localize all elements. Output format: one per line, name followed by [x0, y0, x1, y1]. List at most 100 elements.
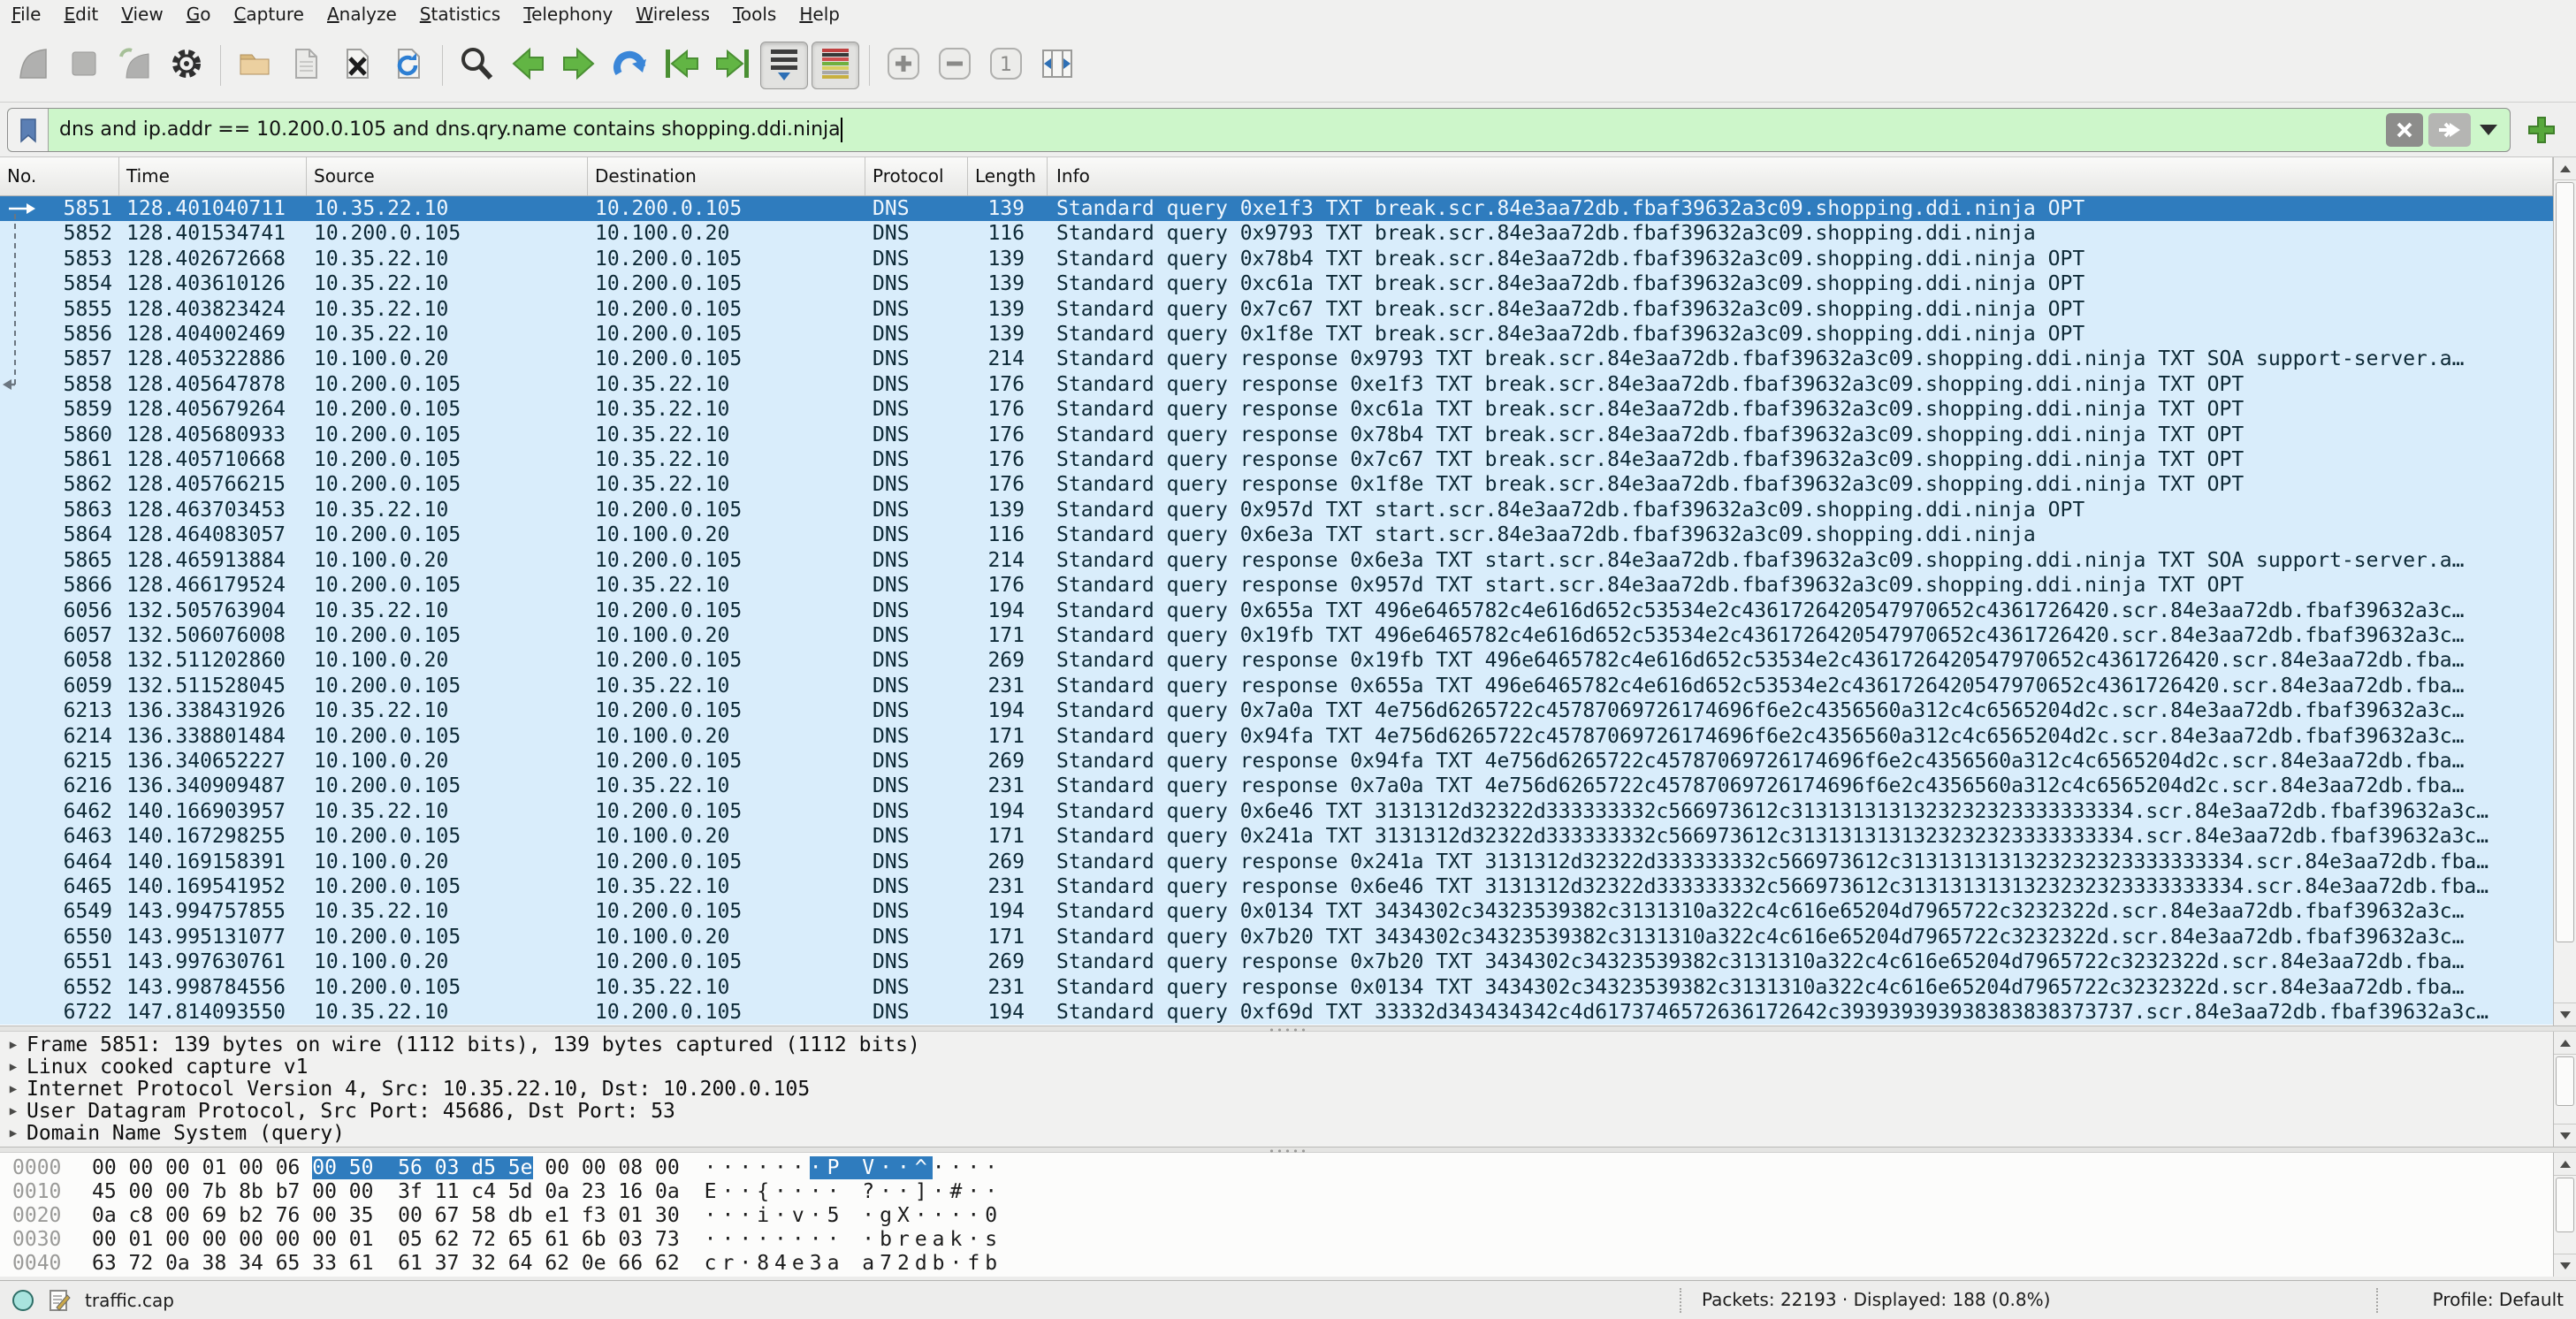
- expand-icon[interactable]: ▶: [0, 1079, 27, 1101]
- expand-icon[interactable]: ▶: [0, 1101, 27, 1123]
- column-header-time[interactable]: Time: [119, 157, 307, 195]
- expert-info-icon[interactable]: [48, 1288, 71, 1313]
- zoom-reset-button[interactable]: 1: [982, 42, 1030, 89]
- packet-row[interactable]: 6722147.81409355010.35.22.1010.200.0.105…: [0, 1000, 2553, 1025]
- packet-row[interactable]: 6550143.99513107710.200.0.10510.100.0.20…: [0, 925, 2553, 949]
- packet-row[interactable]: 6465140.16954195210.200.0.10510.35.22.10…: [0, 874, 2553, 899]
- packet-row[interactable]: 6551143.99763076110.100.0.2010.200.0.105…: [0, 949, 2553, 974]
- stop-capture-button[interactable]: [60, 42, 108, 89]
- packet-row[interactable]: 6549143.99475785510.35.22.1010.200.0.105…: [0, 899, 2553, 924]
- packet-row[interactable]: 6552143.99878455610.200.0.10510.35.22.10…: [0, 975, 2553, 1000]
- packet-row[interactable]: 5854128.40361012610.35.22.1010.200.0.105…: [0, 271, 2553, 296]
- go-back-button[interactable]: [504, 42, 552, 89]
- capture-file-status[interactable]: traffic.cap: [11, 1288, 174, 1313]
- hex-row[interactable]: 003000 01 00 00 00 00 00 01 05 62 72 65 …: [0, 1228, 2553, 1252]
- start-capture-button[interactable]: [9, 42, 57, 89]
- packet-row[interactable]: 5863128.46370345310.35.22.1010.200.0.105…: [0, 498, 2553, 522]
- menu-go[interactable]: Go: [175, 1, 223, 27]
- save-file-button[interactable]: [282, 42, 330, 89]
- scrollbar-thumb[interactable]: [2556, 1178, 2574, 1232]
- hex-row[interactable]: 004063 72 0a 38 34 65 33 61 61 37 32 64 …: [0, 1252, 2553, 1276]
- packet-row[interactable]: 5853128.40267266810.35.22.1010.200.0.105…: [0, 247, 2553, 271]
- filter-clear-button[interactable]: [2386, 113, 2423, 147]
- column-header-no[interactable]: No.: [0, 157, 119, 195]
- packet-row[interactable]: 5861128.40571066810.200.0.10510.35.22.10…: [0, 447, 2553, 472]
- packet-row[interactable]: 5856128.40400246910.35.22.1010.200.0.105…: [0, 322, 2553, 347]
- reload-file-button[interactable]: [385, 42, 432, 89]
- packet-row[interactable]: 6056132.50576390410.35.22.1010.200.0.105…: [0, 599, 2553, 623]
- filter-add-button[interactable]: [2521, 110, 2562, 150]
- packet-row[interactable]: 5851128.40104071110.35.22.1010.200.0.105…: [0, 196, 2553, 221]
- scroll-up-button[interactable]: [2554, 1153, 2576, 1176]
- restart-capture-button[interactable]: [111, 42, 159, 89]
- scroll-down-button[interactable]: [2554, 1124, 2576, 1147]
- go-forward-button[interactable]: [555, 42, 603, 89]
- column-header-source[interactable]: Source: [307, 157, 588, 195]
- packet-row[interactable]: 5864128.46408305710.200.0.10510.100.0.20…: [0, 522, 2553, 547]
- packet-row[interactable]: 6058132.51120286010.100.0.2010.200.0.105…: [0, 648, 2553, 673]
- column-header-destination[interactable]: Destination: [588, 157, 865, 195]
- packet-row[interactable]: 5862128.40576621510.200.0.10510.35.22.10…: [0, 472, 2553, 497]
- scroll-up-button[interactable]: [2554, 1032, 2576, 1055]
- go-last-button[interactable]: [709, 42, 757, 89]
- pane-splitter[interactable]: [0, 1147, 2576, 1153]
- capture-options-button[interactable]: [163, 42, 210, 89]
- column-header-protocol[interactable]: Protocol: [865, 157, 968, 195]
- menu-telephony[interactable]: Telephony: [512, 1, 624, 27]
- packet-list[interactable]: 5851128.40104071110.35.22.1010.200.0.105…: [0, 196, 2553, 1025]
- resize-columns-button[interactable]: [1033, 42, 1081, 89]
- detail-line[interactable]: ▶Linux cooked capture v1: [0, 1056, 2553, 1079]
- profile-indicator[interactable]: Profile: Default: [2433, 1289, 2564, 1310]
- menu-statistics[interactable]: Statistics: [408, 1, 512, 27]
- auto-scroll-button[interactable]: [760, 42, 808, 89]
- packet-row[interactable]: 5860128.40568093310.200.0.10510.35.22.10…: [0, 423, 2553, 447]
- zoom-in-button[interactable]: [880, 42, 927, 89]
- display-filter-input[interactable]: dns and ip.addr == 10.200.0.105 and dns.…: [7, 108, 2511, 152]
- hex-row[interactable]: 00200a c8 00 69 b2 76 00 35 00 67 58 db …: [0, 1204, 2553, 1228]
- expand-icon[interactable]: ▶: [0, 1123, 27, 1145]
- expand-icon[interactable]: ▶: [0, 1034, 27, 1056]
- detail-line[interactable]: ▶Domain Name System (query): [0, 1123, 2553, 1145]
- menu-tools[interactable]: Tools: [721, 1, 788, 27]
- scrollbar-thumb[interactable]: [2556, 1056, 2574, 1106]
- menu-analyze[interactable]: Analyze: [316, 1, 408, 27]
- packet-row[interactable]: 6215136.34065222710.100.0.2010.200.0.105…: [0, 749, 2553, 774]
- find-packet-button[interactable]: [453, 42, 500, 89]
- packet-row[interactable]: 5857128.40532288610.100.0.2010.200.0.105…: [0, 347, 2553, 371]
- detail-line[interactable]: ▶Internet Protocol Version 4, Src: 10.35…: [0, 1079, 2553, 1101]
- packet-list-scrollbar[interactable]: [2553, 157, 2576, 1025]
- scroll-down-button[interactable]: [2554, 1003, 2576, 1025]
- close-file-button[interactable]: [333, 42, 381, 89]
- zoom-out-button[interactable]: [931, 42, 979, 89]
- packet-row[interactable]: 5865128.46591388410.100.0.2010.200.0.105…: [0, 548, 2553, 573]
- packet-row[interactable]: 5859128.40567926410.200.0.10510.35.22.10…: [0, 397, 2553, 422]
- packet-bytes-pane[interactable]: 000000 00 00 01 00 06 00 50 56 03 d5 5e …: [0, 1153, 2553, 1277]
- menu-view[interactable]: View: [110, 1, 174, 27]
- packet-list-header[interactable]: No.TimeSourceDestinationProtocolLengthIn…: [0, 157, 2553, 196]
- menu-file[interactable]: File: [0, 1, 52, 27]
- filter-text[interactable]: dns and ip.addr == 10.200.0.105 and dns.…: [49, 118, 2386, 142]
- scroll-down-button[interactable]: [2554, 1254, 2576, 1277]
- open-file-button[interactable]: [231, 42, 278, 89]
- packet-row[interactable]: 6463140.16729825510.200.0.10510.100.0.20…: [0, 824, 2553, 849]
- pane-splitter[interactable]: [0, 1025, 2576, 1032]
- colorize-button[interactable]: [812, 42, 859, 89]
- menu-capture[interactable]: Capture: [222, 1, 316, 27]
- packet-row[interactable]: 5858128.40564787810.200.0.10510.35.22.10…: [0, 372, 2553, 397]
- packet-row[interactable]: 6464140.16915839110.100.0.2010.200.0.105…: [0, 850, 2553, 874]
- hex-row[interactable]: 001045 00 00 7b 8b b7 00 00 3f 11 c4 5d …: [0, 1180, 2553, 1204]
- packet-row[interactable]: 6462140.16690395710.35.22.1010.200.0.105…: [0, 799, 2553, 824]
- column-header-info[interactable]: Info: [1048, 157, 2553, 195]
- go-to-packet-button[interactable]: [606, 42, 654, 89]
- menu-wireless[interactable]: Wireless: [624, 1, 721, 27]
- packet-row[interactable]: 5855128.40382342410.35.22.1010.200.0.105…: [0, 297, 2553, 322]
- menu-edit[interactable]: Edit: [52, 1, 110, 27]
- packet-row[interactable]: 5852128.40153474110.200.0.10510.100.0.20…: [0, 221, 2553, 246]
- hex-row[interactable]: 000000 00 00 01 00 06 00 50 56 03 d5 5e …: [0, 1156, 2553, 1180]
- filter-dropdown-caret[interactable]: [2480, 125, 2497, 135]
- filter-bookmark-button[interactable]: [8, 109, 49, 151]
- packet-details-pane[interactable]: ▶Frame 5851: 139 bytes on wire (1112 bit…: [0, 1032, 2553, 1147]
- packet-row[interactable]: 6213136.33843192610.35.22.1010.200.0.105…: [0, 698, 2553, 723]
- packet-row[interactable]: 6214136.33880148410.200.0.10510.100.0.20…: [0, 724, 2553, 749]
- packet-row[interactable]: 5866128.46617952410.200.0.10510.35.22.10…: [0, 573, 2553, 598]
